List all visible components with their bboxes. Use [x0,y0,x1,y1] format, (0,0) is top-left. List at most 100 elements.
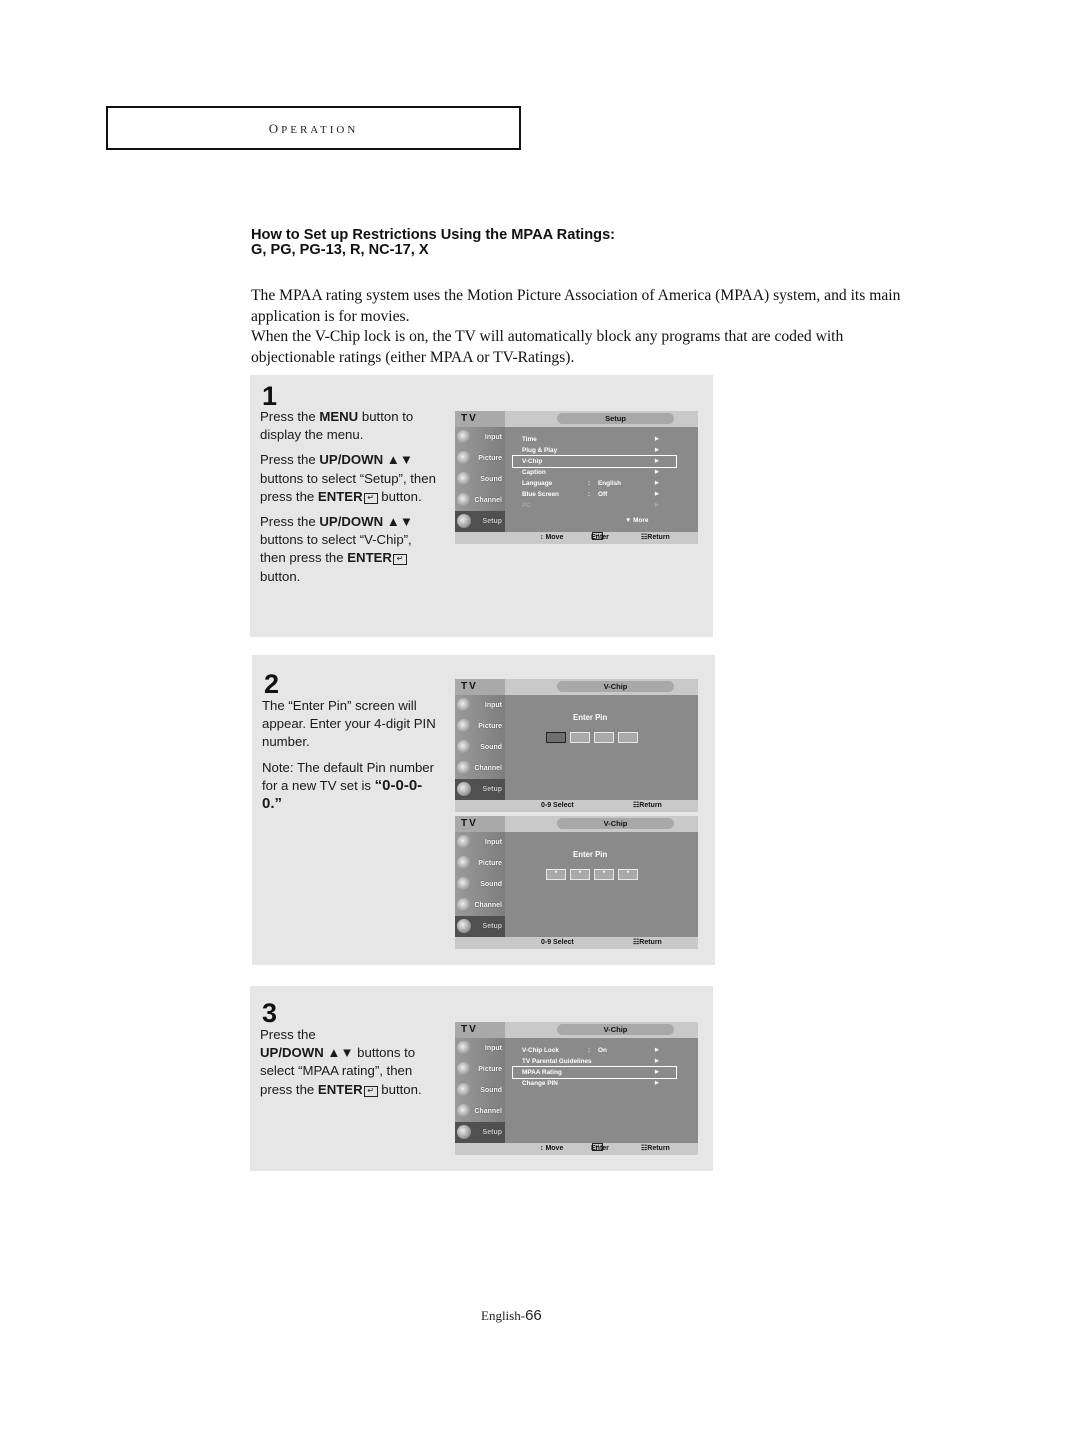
step-2-panel: 2 The “Enter Pin” screen will appear. En… [252,655,715,965]
pin-digit-3[interactable] [594,732,614,743]
pin-digit-3[interactable]: * [594,869,614,880]
osd-menu-item: Change PIN ▶ [522,1080,659,1087]
osd-footer: ↕ Move ↵ Enter ☷ Return [455,1143,698,1155]
step-3-panel: 3 Press the UP/DOWN ▲▼ buttons to select… [250,986,713,1171]
osd-sidebar-setup: Setup [455,779,505,800]
osd-return-hint: ☷ Return [633,939,662,946]
instruction: Press the MENU button to display the men… [260,409,414,443]
step-number: 2 [264,669,280,699]
page-heading: How to Set up Restrictions Using the MPA… [251,228,911,258]
osd-select-hint: 0-9 Select [541,939,574,946]
enter-icon: ↵ [363,492,378,504]
intro-text: The MPAA rating system uses the Motion P… [251,286,921,368]
pin-digit-2[interactable]: * [570,869,590,880]
osd-sidebar-sound: Sound [455,1080,505,1101]
osd-return-hint: ☷ Return [641,534,670,541]
tv-label: TV [455,679,505,695]
instruction: Press the UP/DOWN ▲▼ buttons to select “… [260,514,413,584]
osd-sidebar-input: Input [455,1038,505,1059]
enter-pin-label: Enter Pin [573,713,608,722]
sound-icon [457,740,471,754]
instruction: Note: The default Pin number for a new T… [262,759,435,813]
page-number: English-66 [481,1307,542,1324]
osd-footer: ↕ Move ↵ Enter ☷ Return [455,532,698,544]
osd-menu-item: V-Chip Lock: On ▶ [522,1047,659,1054]
picture-icon [457,451,471,465]
step-instructions: The “Enter Pin” screen will appear. Ente… [262,697,442,820]
tv-osd-setup-menu: TV Setup Input Picture Sound Channel Set… [455,411,698,544]
input-icon [457,1041,471,1055]
tv-osd-enter-pin: TV V-Chip Input Picture Sound Channel Se… [455,679,698,812]
osd-sidebar-sound: Sound [455,469,505,490]
osd-sidebar-sound: Sound [455,874,505,895]
channel-icon [457,761,471,775]
osd-sidebar-setup: Setup [455,916,505,937]
osd-sidebar-picture: Picture [455,716,505,737]
pin-digit-1[interactable] [546,732,566,743]
osd-menu-item: Language: English ▶ [522,480,659,487]
osd-menu-item-selected: V-Chip ▶ [512,455,677,468]
pin-digit-1[interactable]: * [546,869,566,880]
osd-sidebar-input: Input [455,832,505,853]
tv-label: TV [455,816,505,832]
osd-sidebar-input: Input [455,427,505,448]
channel-icon [457,1104,471,1118]
sound-icon [457,472,471,486]
instruction: Press the UP/DOWN ▲▼ buttons to select “… [260,1027,422,1097]
osd-title: Setup [557,413,674,424]
enter-pin-label: Enter Pin [573,850,608,859]
osd-return-hint: ☷ Return [641,1145,670,1152]
picture-icon [457,1062,471,1076]
osd-menu-item: Plug & Play ▶ [522,447,659,454]
section-header: Operation [106,106,521,150]
heading-line-2: G, PG, PG-13, R, NC-17, X [251,242,429,258]
osd-sidebar-channel: Channel [455,1101,505,1122]
enter-icon: ↵ [392,554,407,566]
osd-sidebar-channel: Channel [455,490,505,511]
osd-sidebar-picture: Picture [455,448,505,469]
osd-title: V-Chip [557,1024,674,1035]
tv-label: TV [455,411,505,427]
tv-label: TV [455,1022,505,1038]
osd-sidebar-picture: Picture [455,1059,505,1080]
osd-move-hint: ↕ Move [540,534,564,541]
osd-select-hint: 0-9 Select [541,802,574,809]
osd-title: V-Chip [557,818,674,829]
sound-icon [457,1083,471,1097]
osd-sidebar-sound: Sound [455,737,505,758]
osd-sidebar-channel: Channel [455,895,505,916]
enter-icon: ↵ [363,1085,378,1097]
setup-icon [457,919,471,933]
osd-footer: 0-9 Select ☷ Return [455,937,698,949]
osd-menu-item: TV Parental Guidelines ▶ [522,1058,659,1065]
osd-title: V-Chip [557,681,674,692]
setup-icon [457,514,471,528]
input-icon [457,698,471,712]
osd-more: ▼ More [625,517,649,524]
pin-digit-4[interactable]: * [618,869,638,880]
osd-return-hint: ☷ Return [633,802,662,809]
osd-sidebar-channel: Channel [455,758,505,779]
setup-icon [457,782,471,796]
heading-line-1: How to Set up Restrictions Using the MPA… [251,227,616,243]
osd-menu-item-disabled: PC ▶ [522,502,659,509]
picture-icon [457,719,471,733]
pin-digit-4[interactable] [618,732,638,743]
osd-sidebar-picture: Picture [455,853,505,874]
intro-paragraph-1: The MPAA rating system uses the Motion P… [251,287,901,325]
osd-menu-item: Time ▶ [522,436,659,443]
picture-icon [457,856,471,870]
osd-sidebar-setup: Setup [455,1122,505,1143]
channel-icon [457,898,471,912]
osd-move-hint: ↕ Move [540,1145,564,1152]
instruction: Press the UP/DOWN ▲▼ buttons to select “… [260,452,436,504]
osd-sidebar-setup: Setup [455,511,505,532]
osd-sidebar-input: Input [455,695,505,716]
pin-digit-2[interactable] [570,732,590,743]
channel-icon [457,493,471,507]
input-icon [457,835,471,849]
instruction: The “Enter Pin” screen will appear. Ente… [262,698,436,750]
section-title: Operation [268,117,359,138]
intro-paragraph-2: When the V-Chip lock is on, the TV will … [251,328,844,366]
setup-icon [457,1125,471,1139]
